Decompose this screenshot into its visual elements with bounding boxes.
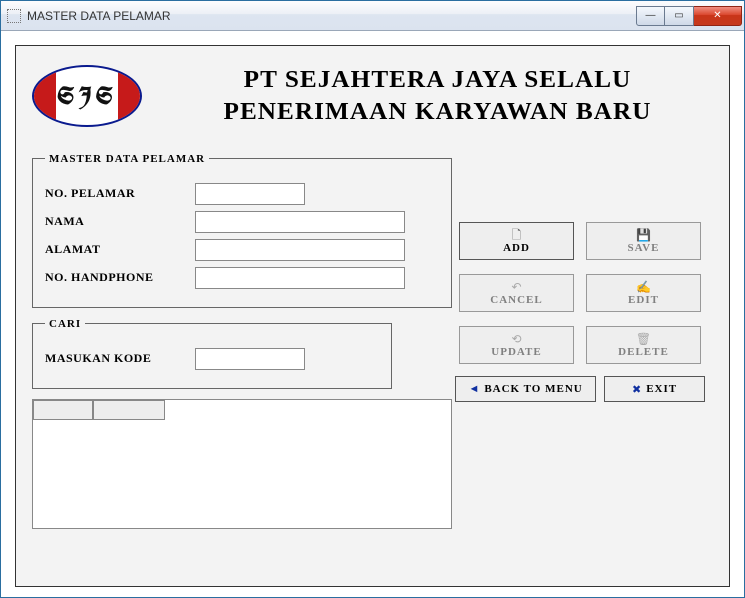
- label-masukan-kode: MASUKAN KODE: [45, 351, 195, 366]
- add-label: ADD: [503, 243, 530, 254]
- app-icon: [7, 9, 21, 23]
- company-line1: PT SEJAHTERA JAYA SELALU: [148, 64, 727, 96]
- update-button[interactable]: ⟲ UPDATE: [459, 326, 574, 364]
- cancel-label: CANCEL: [490, 295, 542, 306]
- logo-text: SJS: [57, 80, 117, 112]
- header: SJS PT SEJAHTERA JAYA SELALU PENERIMAAN …: [32, 64, 713, 129]
- label-no-handphone: NO. HANDPHONE: [45, 270, 195, 285]
- row-masukan-kode: MASUKAN KODE: [45, 348, 379, 370]
- main-frame: SJS PT SEJAHTERA JAYA SELALU PENERIMAAN …: [15, 45, 730, 587]
- titlebar[interactable]: MASTER DATA PELAMAR — ▭ ✕: [1, 1, 744, 31]
- row-no-handphone: NO. HANDPHONE: [45, 267, 439, 289]
- trash-icon: 🗑: [636, 333, 651, 345]
- exit-button[interactable]: ✖ EXIT: [604, 376, 705, 402]
- input-alamat[interactable]: [195, 239, 405, 261]
- edit-button[interactable]: ✍ EDIT: [586, 274, 701, 312]
- cancel-button[interactable]: ↶ CANCEL: [459, 274, 574, 312]
- edit-icon: ✍: [636, 281, 651, 293]
- input-no-pelamar[interactable]: [195, 183, 305, 205]
- cari-legend: CARI: [45, 318, 85, 330]
- delete-label: DELETE: [618, 347, 669, 358]
- label-alamat: ALAMAT: [45, 242, 195, 257]
- row-nama: NAMA: [45, 211, 439, 233]
- buttons-panel: 🗋 ADD 💾 SAVE ↶ CANCEL ✍ EDIT: [455, 216, 705, 402]
- datagrid-col1[interactable]: [33, 400, 93, 420]
- refresh-icon: ⟲: [511, 333, 521, 345]
- delete-button[interactable]: 🗑 DELETE: [586, 326, 701, 364]
- label-no-pelamar: NO. PELAMAR: [45, 186, 195, 201]
- row-no-pelamar: NO. PELAMAR: [45, 183, 439, 205]
- search-group: CARI MASUKAN KODE: [32, 318, 392, 389]
- master-data-group: MASTER DATA PELAMAR NO. PELAMAR NAMA ALA…: [32, 153, 452, 308]
- close-button[interactable]: ✕: [694, 6, 742, 26]
- app-window: MASTER DATA PELAMAR — ▭ ✕ SJS PT SEJAHTE…: [0, 0, 745, 598]
- datagrid-header: [33, 400, 165, 420]
- save-label: SAVE: [628, 243, 660, 254]
- edit-label: EDIT: [628, 295, 659, 306]
- maximize-button[interactable]: ▭: [665, 6, 694, 26]
- input-no-handphone[interactable]: [195, 267, 405, 289]
- add-button[interactable]: 🗋 ADD: [459, 222, 574, 260]
- button-row-bottom: ◄ BACK TO MENU ✖ EXIT: [455, 376, 705, 402]
- company-line2: PENERIMAAN KARYAWAN BARU: [148, 96, 727, 128]
- update-label: UPDATE: [491, 347, 541, 358]
- back-label: BACK TO MENU: [484, 383, 582, 395]
- company-title: PT SEJAHTERA JAYA SELALU PENERIMAAN KARY…: [148, 64, 727, 129]
- undo-icon: ↶: [511, 281, 521, 293]
- company-logo: SJS: [32, 65, 142, 127]
- button-grid: 🗋 ADD 💾 SAVE ↶ CANCEL ✍ EDIT: [455, 216, 705, 370]
- master-legend: MASTER DATA PELAMAR: [45, 153, 209, 165]
- save-icon: 💾: [636, 229, 651, 241]
- datagrid-col2[interactable]: [93, 400, 165, 420]
- input-masukan-kode[interactable]: [195, 348, 305, 370]
- row-alamat: ALAMAT: [45, 239, 439, 261]
- datagrid[interactable]: [32, 399, 452, 529]
- window-title: MASTER DATA PELAMAR: [27, 9, 636, 23]
- window-controls: — ▭ ✕: [636, 6, 742, 26]
- new-file-icon: 🗋: [512, 229, 522, 241]
- minimize-button[interactable]: —: [636, 6, 665, 26]
- form-left: MASTER DATA PELAMAR NO. PELAMAR NAMA ALA…: [32, 153, 452, 529]
- back-to-menu-button[interactable]: ◄ BACK TO MENU: [455, 376, 596, 402]
- exit-label: EXIT: [646, 383, 677, 395]
- input-nama[interactable]: [195, 211, 405, 233]
- content-area: SJS PT SEJAHTERA JAYA SELALU PENERIMAAN …: [1, 31, 744, 597]
- exit-icon: ✖: [632, 383, 642, 396]
- save-button[interactable]: 💾 SAVE: [586, 222, 701, 260]
- label-nama: NAMA: [45, 214, 195, 229]
- back-arrow-icon: ◄: [468, 383, 480, 395]
